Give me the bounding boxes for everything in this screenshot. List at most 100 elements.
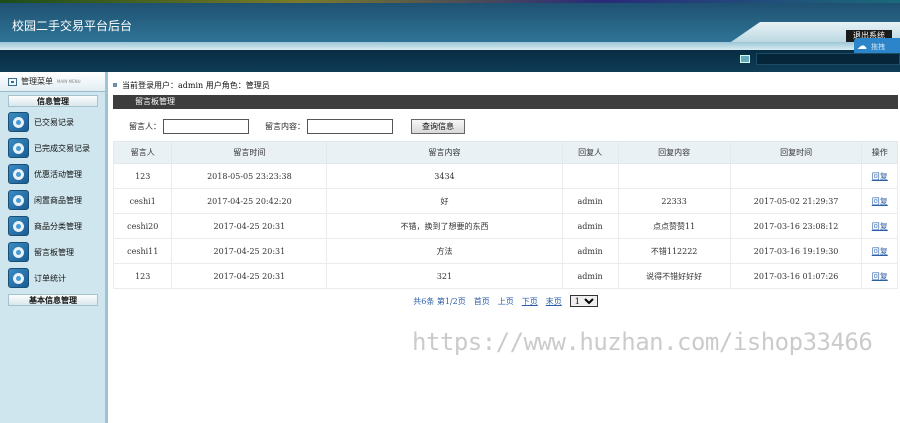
cell-replier: admin [561,188,619,214]
app-title: 校园二手交易平台后台 [12,19,133,33]
table-row: ceshi11 2017-04-25 20:31 方法 admin 不错1122… [112,238,898,264]
sidebar-item-messages[interactable]: 留言板管理 [8,241,106,263]
pager-first-link[interactable]: 首页 [474,296,490,307]
gear-icon [8,242,29,262]
col-header-author: 留言人 [112,141,173,164]
gear-icon [8,138,29,158]
cell-author: ceshi20 [112,213,173,239]
cell-content: 不错，换到了想要的东西 [326,213,563,239]
sidebar-item-label: 已完成交易记录 [34,143,90,153]
menu-grid-icon [8,77,17,86]
content-label: 留言内容： [265,121,305,131]
message-board-panel: 留言板管理 留言人： 留言内容： 查询信息 留言人 留言时间 留言内容 回复人 … [112,95,898,423]
sidebar-item-label: 优惠活动管理 [34,169,82,179]
sidebar-item-label: 已交易记录 [34,117,74,127]
col-header-reply-time: 回复时间 [729,141,863,164]
cell-reply-time: 2017-03-16 23:08:12 [729,213,863,239]
bullet-icon [113,83,117,87]
header-topline [0,0,900,3]
sidebar-item-idle-goods[interactable]: 闲置商品管理 [8,189,106,211]
cell-reply-time: 2017-05-02 21:29:37 [729,188,863,214]
pager-last-link[interactable]: 末页 [546,296,562,307]
cell-reply-content: 说得不错好好好 [617,263,731,289]
sidebar-item-label: 闲置商品管理 [34,195,82,205]
cell-reply-content [617,163,731,189]
cell-reply-content: 点点赞赞11 [617,213,731,239]
cell-reply-time [729,163,863,189]
sidebar-item-order-stats[interactable]: 订单统计 [8,267,106,289]
sidebar-item-completed-records[interactable]: 已完成交易记录 [8,137,106,159]
sidebar-menu-title-text: 管理菜单 [21,77,53,86]
cell-time: 2017-04-25 20:31 [171,238,328,264]
reply-link[interactable]: 回复 [872,222,888,231]
cloud-icon: ☁ [857,40,867,52]
cell-content: 321 [326,263,563,289]
page-select[interactable]: 1 [569,295,598,307]
reply-link[interactable]: 回复 [872,172,888,181]
sidebar-section-info[interactable]: 信息管理 [8,95,98,107]
cell-author: 123 [112,163,173,189]
table-row: ceshi1 2017-04-25 20:42:20 好 admin 22333… [112,188,898,214]
pagination: 共6条 第1/2页 首页 上页 下页 末页 1 [113,294,898,308]
weibo-share-label: 拖拽 [871,42,885,51]
cell-time: 2017-04-25 20:42:20 [171,188,328,214]
cell-author: ceshi1 [112,188,173,214]
cell-time: 2017-04-25 20:31 [171,263,328,289]
table-row: 123 2017-04-25 20:31 321 admin 说得不错好好好 2… [112,263,898,289]
sidebar-item-label: 商品分类管理 [34,221,82,231]
sidebar: 管理菜单 MAIN MENU 信息管理 已交易记录 已完成交易记录 优惠活动管理… [0,72,108,423]
cell-replier: admin [561,238,619,264]
sidebar-item-promotions[interactable]: 优惠活动管理 [8,163,106,185]
sidebar-item-label: 订单统计 [34,273,66,283]
author-input[interactable] [163,118,249,134]
cell-replier [561,163,619,189]
search-button[interactable]: 查询信息 [411,118,465,134]
col-header-replier: 回复人 [561,141,619,164]
cell-author: 123 [112,263,173,289]
reply-link[interactable]: 回复 [872,197,888,206]
watermark: https://www.huzhan.com/ishop33466 [412,328,873,356]
col-header-content: 留言内容 [326,141,563,164]
pager-summary: 共6条 第1/2页 [413,296,466,306]
cell-replier: admin [561,263,619,289]
cell-reply-content: 不错112222 [617,238,731,264]
content-input[interactable] [307,118,393,134]
cell-action: 回复 [861,188,898,214]
cell-content: 方法 [326,238,563,264]
gear-icon [8,164,29,184]
reply-link[interactable]: 回复 [872,272,888,281]
pager-next-link[interactable]: 下页 [522,296,538,307]
gear-icon [8,112,29,132]
sidebar-item-label: 留言板管理 [34,247,74,257]
search-row: 留言人： 留言内容： 查询信息 [113,117,898,135]
login-info-text: 当前登录用户：admin 用户角色：管理员 [122,80,270,90]
cell-replier: admin [561,213,619,239]
cell-time: 2017-04-25 20:31 [171,213,328,239]
gear-icon [8,190,29,210]
cell-reply-time: 2017-03-16 19:19:30 [729,238,863,264]
cell-reply-time: 2017-03-16 01:07:26 [729,263,863,289]
sidebar-item-categories[interactable]: 商品分类管理 [8,215,106,237]
reply-link[interactable]: 回复 [872,247,888,256]
cell-action: 回复 [861,163,898,189]
col-header-action: 操作 [861,141,898,164]
gear-icon [8,216,29,236]
cell-content: 3434 [326,163,563,189]
monitor-icon [740,55,750,63]
cell-action: 回复 [861,238,898,264]
sidebar-section-basic-info[interactable]: 基本信息管理 [8,294,98,306]
col-header-reply-content: 回复内容 [617,141,731,164]
sidebar-item-traded-records[interactable]: 已交易记录 [8,111,106,133]
cell-content: 好 [326,188,563,214]
cell-action: 回复 [861,263,898,289]
table-row: ceshi20 2017-04-25 20:31 不错，换到了想要的东西 adm… [112,213,898,239]
app-header: 校园二手交易平台后台 退出系统 ☁ 拖拽 [0,0,900,72]
sidebar-menu-subtitle: MAIN MENU [57,79,81,84]
table-header-row: 留言人 留言时间 留言内容 回复人 回复内容 回复时间 操作 [112,141,898,164]
pager-prev-link[interactable]: 上页 [498,296,514,307]
cell-time: 2018-05-05 23:23:38 [171,163,328,189]
login-info-bar: 当前登录用户：admin 用户角色：管理员 [113,78,900,92]
header-status-field [756,53,900,65]
sidebar-menu-title: 管理菜单 MAIN MENU [0,72,105,92]
gear-icon [8,268,29,288]
